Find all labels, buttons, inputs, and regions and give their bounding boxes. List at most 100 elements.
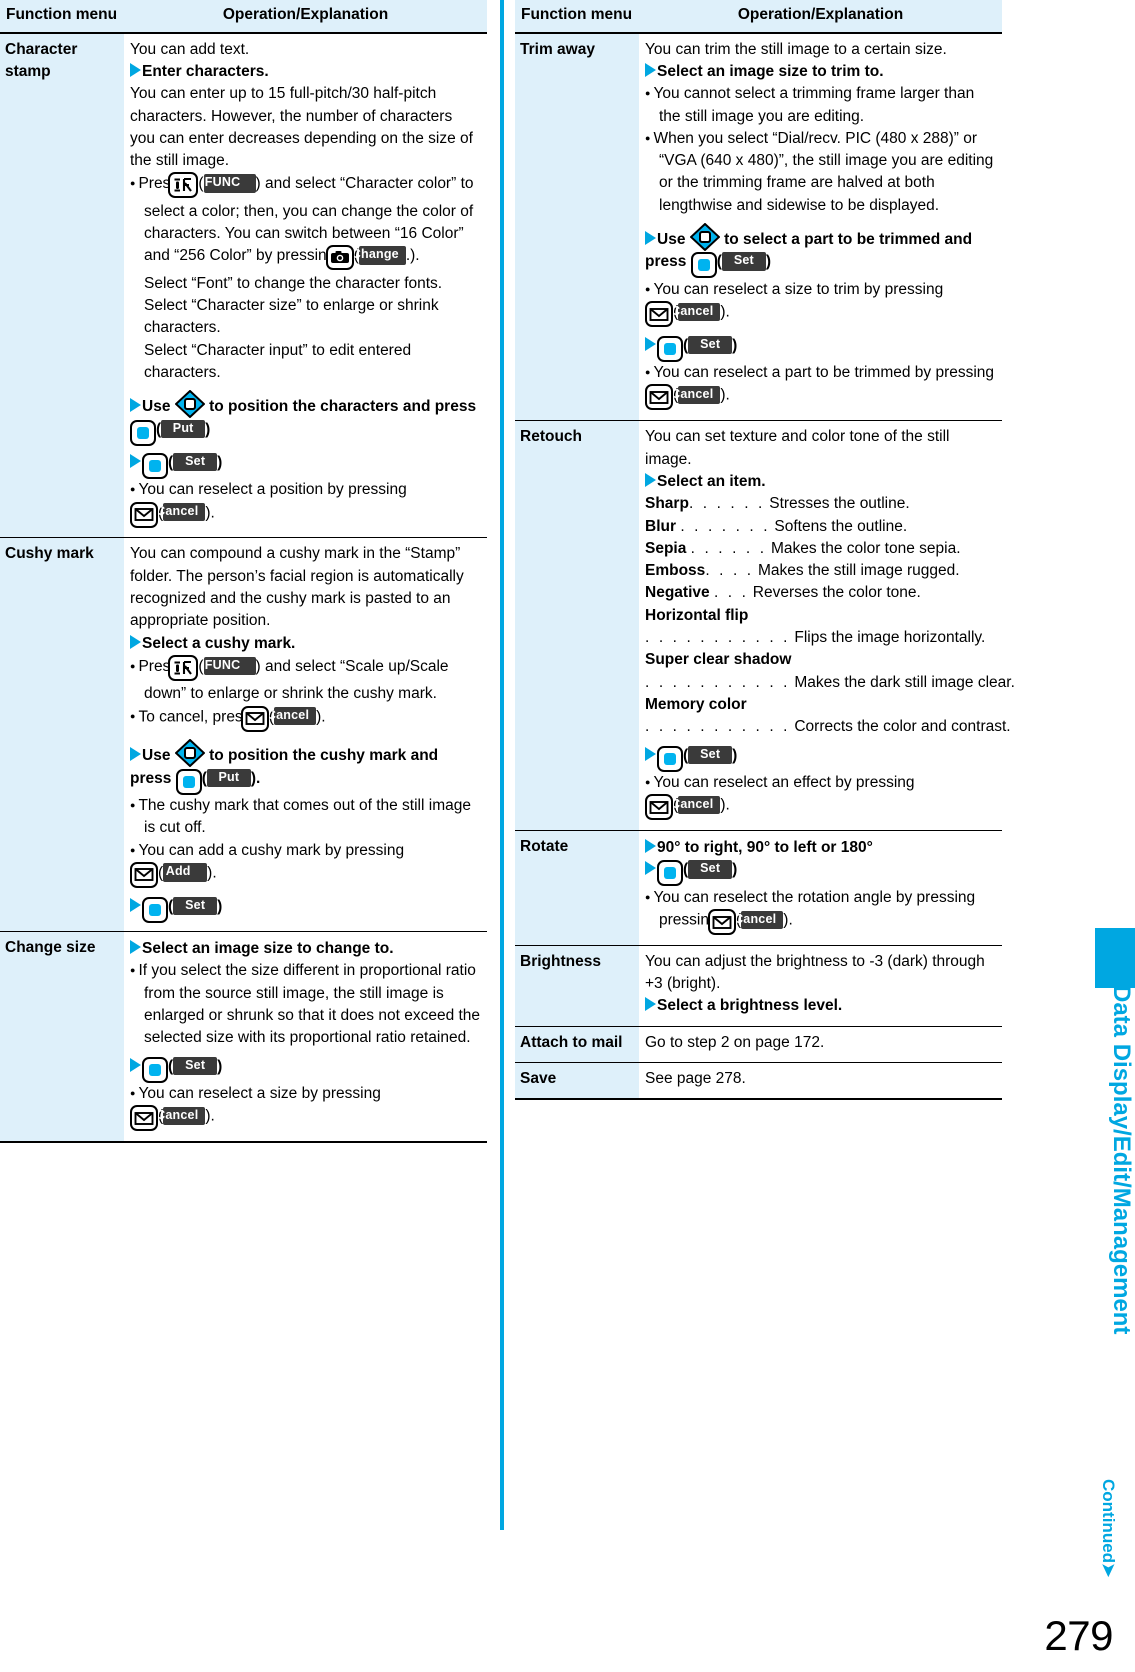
softkey-func: FUNC [203, 174, 256, 193]
step-text: Enter characters. [142, 62, 269, 80]
step-text: Select a cushy mark. [142, 634, 296, 652]
table-row: Rotate 90° to right, 90° to left or 180°… [515, 830, 1002, 946]
effect-name: Super clear shadow [645, 651, 792, 669]
mail-key-icon [240, 705, 269, 734]
leader-dots: . . . . . . [688, 495, 765, 513]
list-item-desc: . . . . . . . . . . . Makes the dark sti… [645, 672, 1015, 694]
row-content-attach-to-mail: Go to step 2 on page 172. [639, 1026, 1002, 1064]
mail-key-icon [707, 909, 736, 937]
header-operation: Operation/Explanation [124, 0, 487, 34]
softkey-set: Set [688, 860, 733, 879]
triangle-bullet-icon [645, 839, 656, 854]
navigation-key-icon [689, 223, 720, 252]
triangle-bullet-icon [645, 472, 656, 487]
header-function-menu: Function menu [0, 0, 124, 34]
row-content-trim-away: You can trim the still image to a certai… [639, 32, 1002, 422]
page-number: 279 [1044, 1612, 1113, 1659]
triangle-bullet-icon [645, 62, 656, 77]
indent-text: Select “Character input” to edit entered… [144, 341, 412, 381]
step-text: Select a brightness level. [657, 997, 843, 1015]
bullet-tail: ). [316, 708, 326, 726]
mail-key-icon [130, 1105, 158, 1133]
select-key-icon [175, 768, 202, 795]
paragraph: You can set texture and color tone of th… [645, 428, 950, 468]
list-item: Super clear shadow [645, 649, 996, 671]
bullet-item: You can reselect a part to be trimmed by… [645, 362, 996, 412]
bullet-tail: . [210, 504, 215, 522]
bullet-tail: . [725, 303, 730, 321]
list-item: Sepia . . . . . . Makes the color tone s… [645, 538, 996, 560]
menu-label-line1: Character [5, 40, 78, 58]
effect-desc: Corrects the color and contrast. [794, 718, 1011, 736]
step-tail: . [256, 769, 261, 787]
select-key-icon [690, 252, 717, 279]
select-key-icon [657, 745, 683, 772]
leader-dots: . . . . . . . . . . . [645, 629, 791, 647]
continued-label: Continued [1099, 1478, 1118, 1563]
row-menu-rotate: Rotate [515, 830, 639, 946]
step-line: Select an item. [645, 471, 996, 493]
paragraph: You can adjust the brightness to -3 (dar… [645, 952, 985, 993]
step-line: (Set) [130, 896, 481, 923]
softkey-set: Set [173, 452, 218, 472]
bullet-text: You can reselect a size by pressing [138, 1084, 381, 1102]
triangle-bullet-icon [645, 231, 656, 246]
softkey-set: Set [688, 745, 733, 764]
list-item-desc: . . . . . . . . . . . Corrects the color… [645, 716, 1011, 738]
row-menu-attach-to-mail: Attach to mail [515, 1026, 639, 1064]
table-row: Character stamp You can add text. Enter … [0, 32, 487, 539]
leader-dots: . . . . [705, 562, 754, 580]
bullet-tail: . [210, 1107, 215, 1125]
triangle-bullet-icon [645, 746, 656, 761]
effect-name: Sepia [645, 539, 687, 557]
chapter-tab-marker [1095, 928, 1135, 988]
bullet-text: You can reselect an effect by pressing [653, 773, 915, 791]
triangle-bullet-icon [645, 336, 656, 351]
triangle-bullet-icon [130, 940, 141, 955]
row-menu-retouch: Retouch [515, 420, 639, 832]
right-column: Function menu Operation/Explanation Trim… [515, 0, 1015, 1101]
menu-label-line2: stamp [5, 62, 51, 80]
mail-key-icon [645, 384, 673, 412]
select-key-icon [142, 896, 168, 923]
row-content-save: See page 278. [639, 1062, 1002, 1101]
mail-key-icon [130, 501, 158, 530]
row-content-retouch: You can set texture and color tone of th… [639, 420, 1015, 832]
step-lead: Use [657, 231, 686, 249]
step-line: Enter characters. [130, 61, 481, 83]
list-item: Memory color [645, 694, 996, 716]
paragraph: You can compound a cushy mark in the “St… [130, 545, 464, 630]
leader-dots: . . . . . . . [680, 517, 771, 535]
bullet-item: You can reselect an effect by pressing (… [645, 772, 996, 822]
leader-dots: . . . . . . . . . . . [645, 718, 791, 736]
softkey-cancel: Cancel [734, 910, 784, 929]
leader-dots: . . . . . . . . . . . [645, 673, 791, 691]
bullet-item: You can add a cushy mark by pressing (Ad… [130, 840, 481, 890]
paragraph: You can trim the still image to a certai… [645, 40, 947, 58]
paragraph: You can enter up to 15 full-pitch/30 hal… [130, 85, 473, 170]
triangle-bullet-icon [130, 62, 141, 77]
camera-key-icon [325, 245, 354, 272]
table-row: Cushy mark You can compound a cushy mark… [0, 537, 487, 933]
select-key-icon [142, 1056, 168, 1083]
bullet-item: The cushy mark that comes out of the sti… [130, 795, 481, 840]
leader-dots: . . . . . . [690, 539, 767, 557]
bullet-item: Press (FUNC) and select “Scale up/Scale … [130, 654, 481, 706]
triangle-bullet-icon [130, 398, 141, 413]
softkey-cancel: Cancel [267, 707, 317, 726]
step-line: Select a cushy mark. [130, 633, 481, 655]
bullet-tail: . [212, 864, 217, 882]
header-function-menu: Function menu [515, 0, 639, 34]
effect-desc: Reverses the color tone. [752, 584, 921, 602]
step-lead: Use [142, 398, 171, 416]
bullet-item: To cancel, press (Cancel). [130, 705, 481, 734]
step-lead: Use [142, 747, 171, 765]
row-content-brightness: You can adjust the brightness to -3 (dar… [639, 945, 1002, 1027]
table-row: Brightness You can adjust the brightness… [515, 945, 1002, 1027]
row-menu-trim-away: Trim away [515, 32, 639, 422]
leader-dots: . . . [713, 584, 749, 602]
triangle-bullet-icon [130, 634, 141, 649]
bullet-text: You can reselect a size to trim by press… [653, 280, 944, 298]
step-line: 90° to right, 90° to left or 180° [645, 837, 996, 859]
bullet-tail: . [788, 911, 793, 929]
